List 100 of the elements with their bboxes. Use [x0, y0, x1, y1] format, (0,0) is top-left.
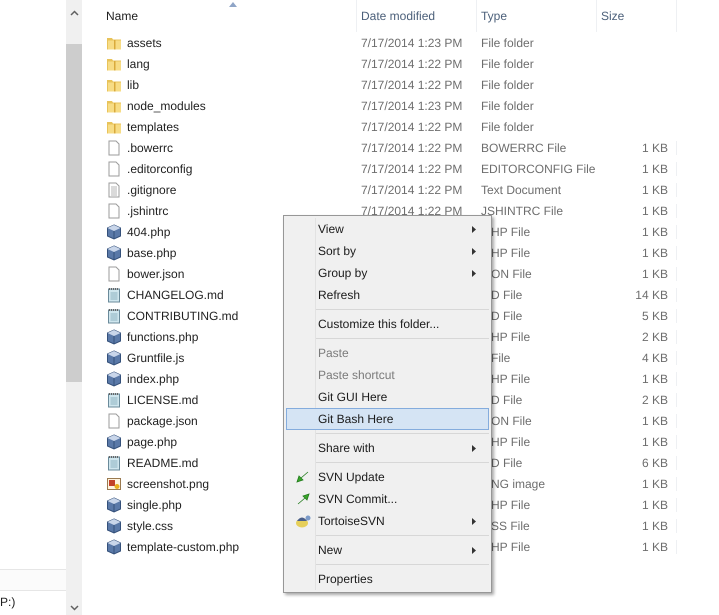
column-header[interactable]: Type	[477, 0, 597, 32]
submenu-arrow-icon	[472, 518, 476, 525]
file-name[interactable]: README.md	[127, 456, 198, 470]
file-name[interactable]: page.php	[127, 434, 178, 448]
menu-item[interactable]: Refresh	[286, 284, 489, 306]
file-size: 1 KB	[642, 246, 668, 260]
file-name[interactable]: package.json	[127, 414, 198, 428]
file-size: 1 KB	[642, 140, 668, 154]
date-modified: 7/17/2014 1:22 PM	[361, 204, 462, 218]
file-size: 1 KB	[642, 204, 668, 218]
cube-icon	[106, 328, 122, 344]
scroll-up-icon[interactable]	[70, 10, 78, 16]
file-type: D File	[491, 456, 522, 470]
file-icon	[106, 202, 122, 218]
menu-item[interactable]: TortoiseSVN	[286, 510, 489, 532]
file-name[interactable]: 404.php	[127, 224, 170, 238]
file-name[interactable]: templates	[127, 120, 180, 134]
file-name[interactable]: .editorconfig	[127, 162, 192, 176]
file-type: NG image	[491, 476, 546, 490]
menu-item[interactable]: SVN Update	[286, 466, 489, 488]
file-type: HP File	[491, 330, 530, 344]
file-size: 6 KB	[642, 456, 668, 470]
file-name[interactable]: single.php	[127, 498, 182, 512]
date-modified: 7/17/2014 1:22 PM	[361, 162, 462, 176]
file-type: File	[491, 350, 510, 364]
file-icon	[106, 412, 122, 428]
file-name[interactable]: index.php	[127, 372, 180, 386]
file-name[interactable]: lib	[127, 78, 140, 92]
file-size: 2 KB	[642, 330, 668, 344]
file-size: 1 KB	[642, 224, 668, 238]
menu-item[interactable]: Customize this folder...	[286, 313, 489, 335]
date-modified: 7/17/2014 1:22 PM	[361, 182, 462, 196]
turtle-icon	[294, 514, 310, 528]
menu-item[interactable]: New	[286, 539, 489, 561]
drive-label[interactable]: P:)	[0, 595, 66, 609]
cube-icon	[106, 224, 122, 240]
file-name[interactable]: .bowerrc	[127, 140, 174, 154]
file-size: 1 KB	[642, 182, 668, 196]
menu-item[interactable]: Group by	[286, 262, 489, 284]
notepad-icon	[106, 286, 122, 302]
column-header[interactable]: Size	[597, 0, 677, 32]
file-size: 1 KB	[642, 414, 668, 428]
menu-item[interactable]: Share with	[286, 437, 489, 459]
column-header[interactable]: Name	[102, 0, 357, 32]
notepad-icon	[106, 454, 122, 470]
scroll-thumb[interactable]	[66, 44, 82, 382]
file-size: 1 KB	[642, 498, 668, 512]
file-name[interactable]: .jshintrc	[127, 204, 168, 218]
file-size: 1 KB	[642, 372, 668, 386]
file-name[interactable]: CONTRIBUTING.md	[127, 308, 238, 322]
file-type: D File	[491, 392, 522, 406]
image-icon	[106, 476, 122, 492]
file-size: 1 KB	[642, 540, 668, 554]
file-name[interactable]: screenshot.png	[127, 476, 210, 490]
cube-icon	[106, 370, 122, 386]
file-name[interactable]: functions.php	[127, 330, 198, 344]
file-name[interactable]: LICENSE.md	[127, 392, 198, 406]
file-name[interactable]: Gruntfile.js	[127, 350, 184, 364]
submenu-arrow-icon	[472, 547, 476, 554]
nav-field[interactable]	[0, 569, 66, 591]
column-header[interactable]: Date modified	[357, 0, 477, 32]
file-size: 1 KB	[642, 476, 668, 490]
cube-icon	[106, 244, 122, 260]
menu-item[interactable]: Git Bash Here	[286, 408, 489, 430]
sort-arrow-icon	[229, 2, 237, 7]
file-name[interactable]: CHANGELOG.md	[127, 288, 224, 302]
file-type: ON File	[491, 414, 532, 428]
file-size: 2 KB	[642, 392, 668, 406]
file-icon	[106, 160, 122, 176]
file-name[interactable]: assets	[127, 36, 162, 50]
file-name[interactable]: lang	[127, 56, 150, 70]
file-type: HP File	[491, 246, 530, 260]
file-name[interactable]: .gitignore	[127, 182, 176, 196]
file-name[interactable]: template-custom.php	[127, 540, 240, 554]
file-type: EDITORCONFIG File	[481, 162, 596, 176]
file-type: JSHINTRC File	[481, 204, 564, 218]
file-name[interactable]: base.php	[127, 246, 176, 260]
file-size: 1 KB	[642, 518, 668, 532]
menu-item[interactable]: Sort by	[286, 240, 489, 262]
menu-item[interactable]: Git GUI Here	[286, 386, 489, 408]
cube-icon	[106, 538, 122, 554]
notepad-icon	[106, 308, 122, 324]
file-name[interactable]: node_modules	[127, 98, 206, 112]
file-type: File folder	[481, 120, 534, 134]
file-name[interactable]: bower.json	[127, 266, 184, 280]
file-name[interactable]: style.css	[127, 518, 174, 532]
file-type: SS File	[491, 518, 530, 532]
file-size: 4 KB	[642, 350, 668, 364]
menu-item[interactable]: SVN Commit...	[286, 488, 489, 510]
file-type: File folder	[481, 98, 534, 112]
cube-icon	[106, 350, 122, 366]
file-type: HP File	[491, 498, 530, 512]
file-type: D File	[491, 288, 522, 302]
scrollbar[interactable]	[66, 0, 82, 615]
scroll-down-icon[interactable]	[70, 605, 78, 611]
menu-item[interactable]: View	[286, 218, 489, 240]
submenu-arrow-icon	[472, 445, 476, 452]
menu-item[interactable]: Properties	[286, 568, 489, 590]
submenu-arrow-icon	[472, 226, 476, 233]
file-type: HP File	[491, 540, 530, 554]
